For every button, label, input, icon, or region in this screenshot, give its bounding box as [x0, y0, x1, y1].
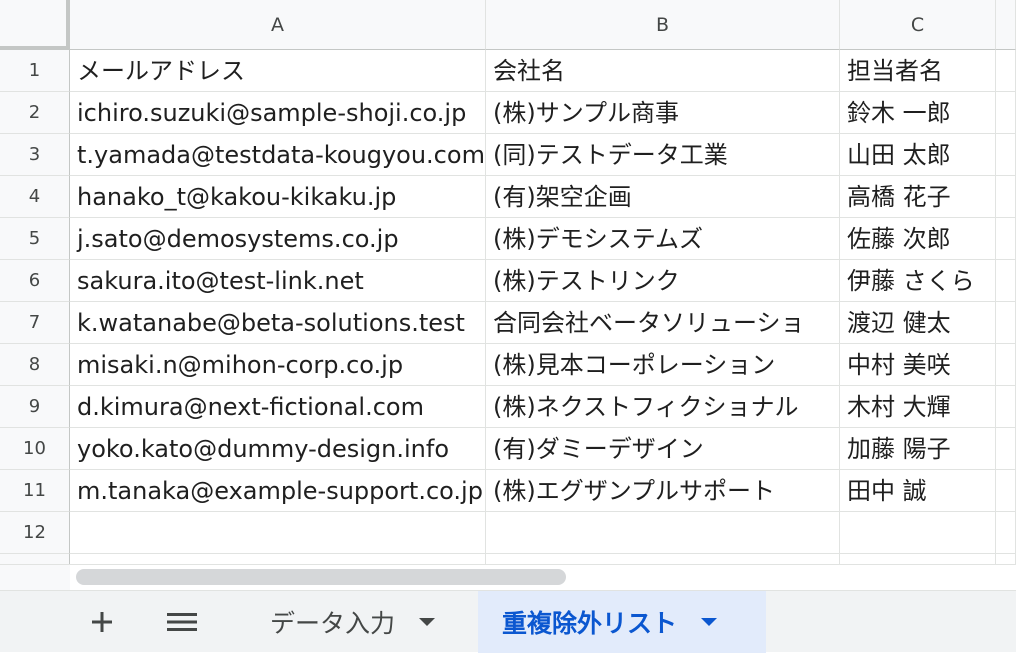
table-cell[interactable]: d.kimura@next-fictional.com — [70, 386, 486, 428]
table-cell-empty[interactable] — [996, 92, 1016, 134]
add-sheet-button[interactable] — [76, 591, 128, 653]
all-sheets-menu-button[interactable] — [154, 591, 210, 653]
table-cell-empty[interactable] — [996, 260, 1016, 302]
plus-icon — [92, 612, 112, 632]
table-cell[interactable]: 佐藤 次郎 — [840, 218, 996, 260]
sheet-tab-label: 重複除外リスト — [502, 609, 678, 638]
table-cell[interactable]: 高橋 花子 — [840, 176, 996, 218]
table-cell[interactable]: t.yamada@testdata-kougyou.com — [70, 134, 486, 176]
table-cell[interactable]: (株)デモシステムズ — [486, 218, 840, 260]
row-header[interactable]: 4 — [0, 176, 70, 218]
row-header[interactable]: 7 — [0, 302, 70, 344]
row-header[interactable] — [0, 554, 70, 564]
scroll-corner — [0, 564, 70, 591]
table-cell[interactable] — [840, 512, 996, 554]
table-cell-empty[interactable] — [996, 344, 1016, 386]
table-cell[interactable]: (株)サンプル商事 — [486, 92, 840, 134]
sheet-tab-data-entry[interactable]: データ入力 — [246, 591, 476, 653]
scrollbar-thumb[interactable] — [76, 569, 566, 585]
table-cell[interactable]: (同)テストデータ工業 — [486, 134, 840, 176]
table-cell[interactable] — [486, 512, 840, 554]
row-header[interactable]: 2 — [0, 92, 70, 134]
table-cell-empty[interactable] — [996, 554, 1016, 564]
table-cell[interactable]: yoko.kato@dummy-design.info — [70, 428, 486, 470]
row-header[interactable]: 11 — [0, 470, 70, 512]
table-cell-empty[interactable] — [70, 554, 486, 564]
table-cell[interactable]: k.watanabe@beta-solutions.test — [70, 302, 486, 344]
table-cell[interactable]: 田中 誠 — [840, 470, 996, 512]
column-header-d[interactable] — [996, 0, 1016, 50]
table-cell-empty[interactable] — [996, 50, 1016, 92]
column-header-c[interactable]: C — [840, 0, 996, 50]
table-cell[interactable]: (株)ネクストフィクショナル — [486, 386, 840, 428]
sheet-tab-label: データ入力 — [270, 609, 396, 638]
table-cell[interactable]: m.tanaka@example-support.co.jp — [70, 470, 486, 512]
row-header[interactable]: 1 — [0, 50, 70, 92]
select-all-corner[interactable] — [0, 0, 70, 50]
table-cell-empty[interactable] — [996, 512, 1016, 554]
chevron-down-icon[interactable] — [701, 618, 718, 626]
row-header[interactable]: 12 — [0, 512, 70, 554]
column-header-b[interactable]: B — [486, 0, 840, 50]
table-cell-empty[interactable] — [996, 134, 1016, 176]
table-cell-empty[interactable] — [840, 554, 996, 564]
table-cell-empty[interactable] — [996, 176, 1016, 218]
table-cell[interactable]: 渡辺 健太 — [840, 302, 996, 344]
table-cell-empty[interactable] — [996, 470, 1016, 512]
table-cell[interactable]: 木村 大輝 — [840, 386, 996, 428]
row-header[interactable]: 5 — [0, 218, 70, 260]
table-cell[interactable]: hanako_t@kakou-kikaku.jp — [70, 176, 486, 218]
table-cell[interactable]: (有)ダミーデザイン — [486, 428, 840, 470]
table-cell[interactable]: 鈴木 一郎 — [840, 92, 996, 134]
table-cell[interactable]: 会社名 — [486, 50, 840, 92]
table-cell[interactable]: 中村 美咲 — [840, 344, 996, 386]
table-cell-empty[interactable] — [996, 386, 1016, 428]
table-cell[interactable]: (有)架空企画 — [486, 176, 840, 218]
row-header[interactable]: 10 — [0, 428, 70, 470]
table-cell[interactable]: ichiro.suzuki@sample-shoji.co.jp — [70, 92, 486, 134]
row-header[interactable]: 3 — [0, 134, 70, 176]
table-cell[interactable]: (株)テストリンク — [486, 260, 840, 302]
table-cell-empty[interactable] — [486, 554, 840, 564]
column-header-a[interactable]: A — [70, 0, 486, 50]
row-header[interactable]: 6 — [0, 260, 70, 302]
row-header[interactable]: 8 — [0, 344, 70, 386]
table-cell[interactable]: 伊藤 さくら — [840, 260, 996, 302]
table-cell-empty[interactable] — [996, 302, 1016, 344]
table-cell[interactable]: 合同会社ベータソリューショ — [486, 302, 840, 344]
table-cell[interactable]: 山田 太郎 — [840, 134, 996, 176]
horizontal-scrollbar[interactable] — [70, 564, 1016, 591]
table-cell-empty[interactable] — [996, 428, 1016, 470]
chevron-down-icon[interactable] — [419, 618, 436, 626]
menu-icon — [167, 613, 197, 631]
table-cell[interactable]: j.sato@demosystems.co.jp — [70, 218, 486, 260]
table-cell[interactable]: misaki.n@mihon-corp.co.jp — [70, 344, 486, 386]
spreadsheet-grid: A B C 1 メールアドレス 会社名 担当者名 2 ichiro.suzuki@samp… — [0, 0, 1016, 564]
table-cell[interactable]: (株)見本コーポレーション — [486, 344, 840, 386]
sheet-tab-bar: データ入力 重複除外リスト — [0, 590, 1016, 653]
table-cell[interactable]: メールアドレス — [70, 50, 486, 92]
row-header[interactable]: 9 — [0, 386, 70, 428]
sheet-tab-dedup-list[interactable]: 重複除外リスト — [478, 591, 766, 653]
table-cell[interactable]: sakura.ito@test-link.net — [70, 260, 486, 302]
table-cell[interactable]: (株)エグザンプルサポート — [486, 470, 840, 512]
table-cell[interactable]: 担当者名 — [840, 50, 996, 92]
table-cell-empty[interactable] — [996, 218, 1016, 260]
table-cell[interactable]: 加藤 陽子 — [840, 428, 996, 470]
table-cell[interactable] — [70, 512, 486, 554]
